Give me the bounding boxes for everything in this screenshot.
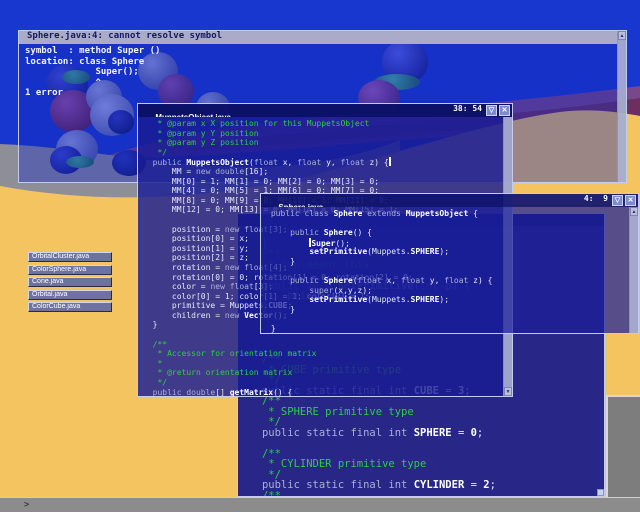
sphere-code-area[interactable]: public class Sphere extends MuppetsObjec… — [261, 207, 629, 333]
code-line: } — [266, 257, 629, 267]
scroll-up-icon[interactable]: ▲ — [630, 207, 638, 216]
editor-scrollbar[interactable]: ▲ — [629, 207, 638, 333]
code-line: MM[0] = 1; MM[1] = 0; MM[2] = 0; MM[3] =… — [143, 177, 503, 187]
code-line: public double[] getMatrix() { — [143, 388, 503, 396]
minimized-window[interactable]: ColorCube.java — [28, 302, 112, 312]
code-line: MM = new double[16]; — [143, 167, 503, 177]
code-line: * CYLINDER primitive type — [243, 459, 602, 470]
error-selected-line[interactable]: Sphere.java:4: cannot resolve symbol — [19, 31, 617, 44]
taskbar[interactable]: > — [0, 497, 640, 512]
code-line: * @param x X position for this MuppetsOb… — [143, 119, 503, 129]
muppetsobject-title-bar[interactable]: MuppetsObject.java 38: 54 ▽ ✕ — [138, 104, 512, 117]
code-line — [266, 315, 629, 325]
error-console-scrollbar[interactable]: ▲ — [617, 31, 626, 182]
code-line: Super(); — [266, 238, 629, 248]
code-line — [243, 438, 602, 449]
code-line: } — [266, 305, 629, 315]
minimized-window[interactable]: Cone.java — [28, 277, 112, 287]
code-line — [266, 267, 629, 277]
code-line: * @return orientation matrix — [143, 368, 503, 378]
cursor-position: 38: 54 — [453, 104, 482, 113]
minimized-window-list: OrbitalCluster.java ColorSphere.java Cone.… — [28, 252, 112, 315]
code-line: /** — [143, 340, 503, 350]
code-line: public Sphere(float x, float y, float z)… — [266, 276, 629, 286]
code-line: * @param y Z position — [143, 138, 503, 148]
code-line: * @param y Y position — [143, 129, 503, 139]
shell-prompt: > — [24, 500, 29, 510]
code-line: * Accessor for orientation matrix — [143, 349, 503, 359]
cursor-position: 4: 9 — [584, 194, 608, 203]
code-line: setPrimitive(Muppets.SPHERE); — [266, 247, 629, 257]
console-line: location: class Sphere — [25, 57, 626, 68]
code-line: public class Sphere extends MuppetsObjec… — [266, 209, 629, 219]
code-line: /** — [243, 491, 602, 497]
close-button[interactable]: ✕ — [625, 195, 636, 206]
close-button[interactable]: ✕ — [499, 105, 510, 116]
text-cursor — [389, 157, 391, 166]
sphere-editor-window: Sphere.java 4: 9 ▽ ✕ public class Sphere… — [260, 193, 639, 334]
console-line: symbol : method Super () — [25, 46, 626, 57]
scroll-up-icon[interactable]: ▲ — [618, 31, 626, 40]
code-line: */ — [143, 378, 503, 388]
sphere-title-bar[interactable]: Sphere.java 4: 9 ▽ ✕ — [261, 194, 638, 207]
code-line — [266, 219, 629, 229]
minimized-window[interactable]: OrbitalCluster.java — [28, 252, 112, 262]
code-line: public MuppetsObject(float x, float y, f… — [143, 157, 503, 167]
code-line: } — [266, 324, 629, 333]
scroll-down-icon[interactable]: ▼ — [504, 387, 512, 396]
code-line: public static final int SPHERE = 0; — [243, 428, 602, 439]
console-line: ^ — [25, 78, 626, 89]
resize-grip[interactable] — [597, 489, 604, 496]
console-line: 1 error — [25, 88, 626, 99]
minimized-window[interactable]: Orbital.java — [28, 290, 112, 300]
background-panel — [606, 395, 640, 512]
code-line: public Sphere() { — [266, 228, 629, 238]
error-console-output[interactable]: symbol : method Super ()location: class … — [19, 44, 626, 99]
code-line: * — [143, 359, 503, 369]
code-line: setPrimitive(Muppets.SPHERE); — [266, 295, 629, 305]
code-line: */ — [143, 148, 503, 158]
console-line: Super(); — [25, 67, 626, 78]
code-line: * SPHERE primitive type — [243, 407, 602, 418]
code-line: public static final int CYLINDER = 2; — [243, 480, 602, 491]
shade-button[interactable]: ▽ — [612, 195, 623, 206]
minimized-window[interactable]: ColorSphere.java — [28, 265, 112, 275]
desktop: Sphere.java:4: cannot resolve symbol sym… — [0, 0, 640, 512]
shade-button[interactable]: ▽ — [486, 105, 497, 116]
code-line: super(x,y,z); — [266, 286, 629, 296]
